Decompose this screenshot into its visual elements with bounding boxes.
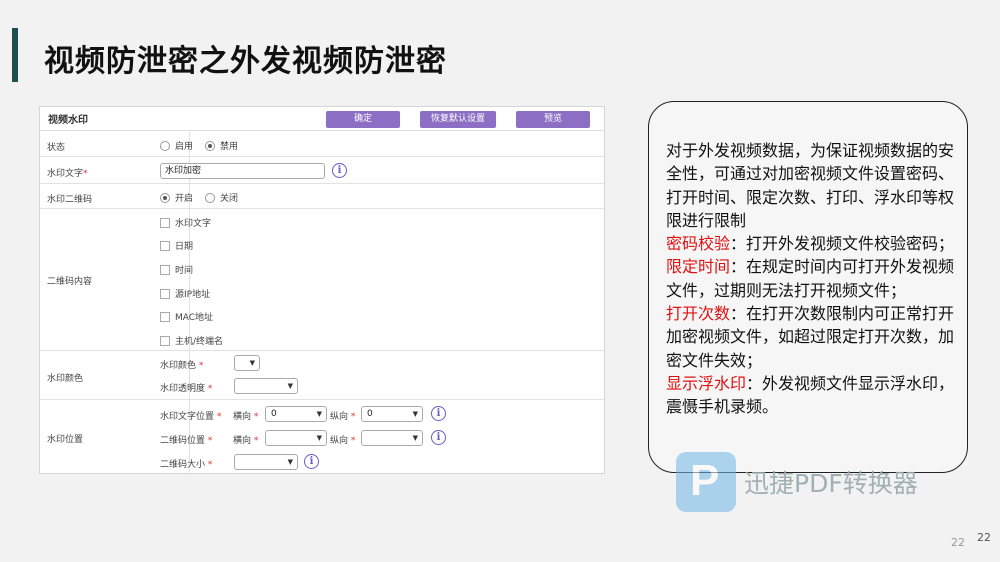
title-accent-bar [12, 28, 18, 82]
checkbox-icon[interactable] [160, 217, 170, 228]
info-icon[interactable]: i [431, 406, 446, 421]
qr-vertical-select[interactable]: ▼ [361, 430, 423, 446]
brand-watermark-text: 迅捷PDF转换器 [744, 469, 918, 498]
qr-item-time[interactable]: 时间 [160, 263, 193, 276]
qr-horizontal-select[interactable]: ▼ [265, 430, 327, 446]
color-select[interactable]: ▼ [234, 355, 260, 371]
qr-item-text[interactable]: 水印文字 [160, 216, 211, 229]
chevron-down-icon: ▼ [412, 410, 418, 418]
preview-button[interactable]: 预览 [516, 111, 590, 128]
checkbox-icon[interactable] [160, 264, 170, 275]
qr-size-select[interactable]: ▼ [234, 454, 298, 470]
watermark-qr-label: 水印二维码 [47, 195, 93, 205]
callout-term: 密码校验 [666, 234, 731, 254]
watermark-color-row: 水印颜色 水印颜色 * ▼ 水印透明度 * ▼ [40, 352, 604, 400]
qr-on-option[interactable]: 开启 [160, 191, 193, 204]
confirm-button[interactable]: 确定 [326, 111, 400, 128]
vertical-label: 纵向 * [330, 436, 356, 446]
info-icon[interactable]: i [332, 163, 347, 178]
watermark-position-label: 水印位置 [47, 435, 84, 445]
status-disable-option[interactable]: 禁用 [205, 139, 238, 152]
info-icon[interactable]: i [304, 454, 319, 469]
watermark-text-row: 水印文字* 水印加密 i [40, 158, 604, 184]
qr-position-label: 二维码位置 * [160, 436, 213, 446]
watermark-color-label: 水印颜色 [47, 374, 84, 384]
slide-title: 视频防泄密之外发视频防泄密 [44, 44, 447, 79]
checkbox-icon[interactable] [160, 311, 170, 322]
radio-selected-icon[interactable] [205, 140, 215, 151]
qr-item-date[interactable]: 日期 [160, 239, 193, 252]
chevron-down-icon: ▼ [316, 434, 322, 442]
chevron-down-icon: ▼ [287, 458, 293, 466]
page-number-faint: 22 [951, 536, 965, 549]
text-vertical-select[interactable]: 0 ▼ [361, 406, 423, 422]
callout-desc: ：打开外发视频文件校验密码； [730, 234, 955, 254]
qr-off-option[interactable]: 关闭 [205, 191, 238, 204]
color-sub-label: 水印颜色 * [160, 361, 204, 371]
panel-title: 视频水印 [48, 115, 88, 126]
panel-header: 视频水印 确定 恢复默认设置 预览 [40, 107, 604, 131]
status-enable-option[interactable]: 启用 [160, 139, 193, 152]
chevron-down-icon: ▼ [412, 434, 418, 442]
chevron-down-icon: ▼ [316, 410, 322, 418]
status-row: 状态 启用 禁用 [40, 132, 604, 157]
chevron-down-icon: ▼ [249, 359, 255, 367]
text-horizontal-select[interactable]: 0 ▼ [265, 406, 327, 422]
checkbox-icon[interactable] [160, 335, 170, 346]
qr-content-label: 二维码内容 [47, 277, 93, 287]
opacity-select[interactable]: ▼ [234, 378, 298, 394]
checkbox-icon[interactable] [160, 240, 170, 251]
radio-icon[interactable] [160, 140, 170, 151]
qr-item-mac[interactable]: MAC地址 [160, 310, 213, 323]
callout-term: 显示浮水印 [666, 373, 747, 393]
watermark-position-row: 水印位置 水印文字位置 * 横向 * 0 ▼ 纵向 * 0 ▼ i 二维码位置 * … [40, 401, 604, 474]
video-watermark-panel: 视频水印 确定 恢复默认设置 预览 状态 启用 禁用 水印文字* 水印加密 i … [39, 106, 605, 474]
horizontal-label: 横向 * [233, 436, 259, 446]
chevron-down-icon: ▼ [287, 382, 293, 390]
text-position-label: 水印文字位置 * [160, 412, 222, 422]
reset-defaults-button[interactable]: 恢复默认设置 [420, 111, 496, 128]
qr-item-source-ip[interactable]: 源IP地址 [160, 287, 210, 300]
status-label: 状态 [47, 143, 66, 153]
radio-icon[interactable] [205, 192, 215, 203]
watermark-qr-row: 水印二维码 开启 关闭 [40, 185, 604, 209]
watermark-text-label: 水印文字* [47, 169, 88, 179]
callout-term: 限定时间 [666, 257, 731, 277]
qr-size-label: 二维码大小 * [160, 460, 213, 470]
watermark-text-input[interactable]: 水印加密 [160, 163, 325, 179]
qr-item-hostname[interactable]: 主机/终端名 [160, 334, 223, 347]
page-number: 22 [977, 531, 991, 544]
callout-intro: 对于外发视频数据，为保证视频数据的安全性，可通过对加密视频文件设置密码、打开时间… [666, 141, 955, 230]
horizontal-label: 横向 * [233, 412, 259, 422]
opacity-sub-label: 水印透明度 * [160, 384, 213, 394]
info-icon[interactable]: i [431, 430, 446, 445]
qr-content-row: 二维码内容 水印文字 日期 时间 源IP地址 MAC地址 主机/终端名 [40, 210, 604, 351]
callout-text: 对于外发视频数据，为保证视频数据的安全性，可通过对加密视频文件设置密码、打开时间… [666, 139, 956, 419]
checkbox-icon[interactable] [160, 288, 170, 299]
brand-logo-icon: P [676, 452, 736, 512]
radio-selected-icon[interactable] [160, 192, 170, 203]
vertical-label: 纵向 * [330, 412, 356, 422]
callout-term: 打开次数 [666, 304, 731, 324]
